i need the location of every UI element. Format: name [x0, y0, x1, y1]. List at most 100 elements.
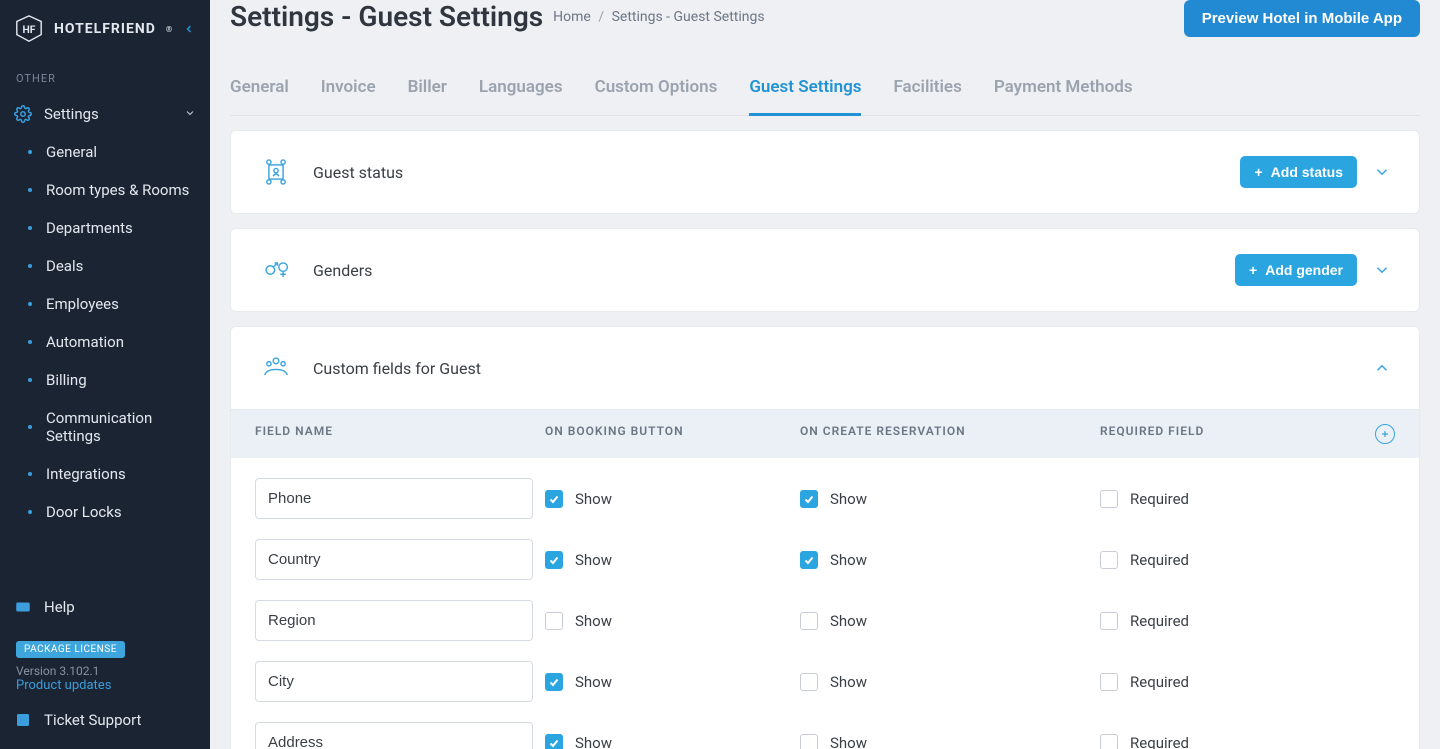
genders-icon: [259, 253, 293, 287]
checkbox-label: Required: [1130, 673, 1189, 691]
checkbox[interactable]: [1100, 490, 1118, 508]
checkbox[interactable]: [545, 734, 563, 749]
checkbox-label: Required: [1130, 734, 1189, 749]
sidebar-header: HF HOTELFRIEND®: [0, 0, 210, 58]
checkbox[interactable]: [1100, 673, 1118, 691]
card-custom-fields: Custom fields for Guest FIELD NAME ON BO…: [230, 326, 1420, 749]
bullet-icon: [28, 378, 32, 382]
sidebar: HF HOTELFRIEND® OTHER Settings General Ro…: [0, 0, 210, 749]
field-name-input[interactable]: [255, 600, 533, 641]
page-title: Settings - Guest Settings: [230, 0, 543, 33]
col-field-name: FIELD NAME: [255, 424, 545, 444]
sidebar-item[interactable]: Billing: [0, 361, 210, 399]
add-status-label: Add status: [1271, 164, 1343, 180]
version-block: PACKAGE LICENSE Version 3.102.1 Product …: [0, 626, 210, 701]
license-badge: PACKAGE LICENSE: [16, 641, 125, 658]
checkbox[interactable]: [800, 612, 818, 630]
main: Settings - Guest Settings Home / Setting…: [210, 0, 1440, 749]
add-gender-label: Add gender: [1265, 262, 1343, 278]
logo-icon: HF: [14, 14, 44, 44]
checkbox-label: Show: [830, 673, 867, 691]
card-title: Genders: [313, 261, 372, 280]
checkbox[interactable]: [1100, 612, 1118, 630]
checkbox-label: Show: [830, 612, 867, 630]
tabs: General Invoice Biller Languages Custom Opti…: [230, 63, 1420, 116]
tab[interactable]: Payment Methods: [994, 63, 1133, 115]
guest-status-icon: [259, 155, 293, 189]
chevron-down-icon[interactable]: [1373, 163, 1391, 181]
version-text: Version 3.102.1: [16, 664, 194, 678]
sidebar-parent-settings[interactable]: Settings: [0, 95, 210, 133]
checkbox[interactable]: [800, 734, 818, 749]
field-name-input[interactable]: [255, 722, 533, 749]
tab[interactable]: Invoice: [321, 63, 376, 115]
checkbox[interactable]: [1100, 551, 1118, 569]
chevron-down-icon[interactable]: [1373, 261, 1391, 279]
checkbox[interactable]: [545, 551, 563, 569]
tab[interactable]: Custom Options: [595, 63, 718, 115]
field-name-input[interactable]: [255, 539, 533, 580]
breadcrumb: Home / Settings - Guest Settings: [553, 9, 764, 25]
checkbox[interactable]: [545, 673, 563, 691]
table-row: Show Show Required: [255, 651, 1395, 712]
sidebar-item[interactable]: Communication Settings: [0, 399, 210, 455]
logo-text: HOTELFRIEND: [54, 21, 156, 37]
sidebar-item[interactable]: Room types & Rooms: [0, 171, 210, 209]
field-name-input[interactable]: [255, 478, 533, 519]
checkbox[interactable]: [545, 612, 563, 630]
bullet-icon: [28, 510, 32, 514]
sidebar-item[interactable]: Door Locks: [0, 493, 210, 531]
tab[interactable]: Languages: [479, 63, 563, 115]
checkbox[interactable]: [1100, 734, 1118, 749]
sidebar-item[interactable]: Departments: [0, 209, 210, 247]
ticket-icon: [14, 711, 32, 729]
checkbox[interactable]: [800, 551, 818, 569]
sidebar-item[interactable]: General: [0, 133, 210, 171]
sidebar-ticket-support[interactable]: Ticket Support: [0, 701, 210, 739]
plus-icon: +: [1254, 164, 1262, 180]
checkbox-label: Show: [575, 673, 612, 691]
tab[interactable]: Guest Settings: [749, 63, 861, 116]
sidebar-item-label: Integrations: [46, 465, 126, 483]
sidebar-item-label: General: [46, 143, 97, 161]
sidebar-item[interactable]: Integrations: [0, 455, 210, 493]
add-field-button[interactable]: [1375, 424, 1395, 444]
sidebar-help[interactable]: Help: [0, 588, 210, 626]
sidebar-item[interactable]: Automation: [0, 323, 210, 361]
col-booking: ON BOOKING BUTTON: [545, 424, 800, 444]
tab[interactable]: Biller: [408, 63, 447, 115]
checkbox-label: Required: [1130, 551, 1189, 569]
field-name-input[interactable]: [255, 661, 533, 702]
checkbox[interactable]: [545, 490, 563, 508]
help-icon: [14, 598, 32, 616]
add-gender-button[interactable]: + Add gender: [1235, 254, 1357, 286]
product-updates-link[interactable]: Product updates: [16, 678, 194, 693]
checkbox-label: Show: [830, 551, 867, 569]
sidebar-item[interactable]: Employees: [0, 285, 210, 323]
checkbox-label: Show: [575, 551, 612, 569]
tab[interactable]: Facilities: [893, 63, 961, 115]
sidebar-item-label: Departments: [46, 219, 133, 237]
table-header: FIELD NAME ON BOOKING BUTTON ON CREATE R…: [231, 409, 1419, 458]
breadcrumb-home[interactable]: Home: [553, 9, 591, 25]
sidebar-item[interactable]: Deals: [0, 247, 210, 285]
bullet-icon: [28, 425, 32, 429]
bullet-icon: [28, 264, 32, 268]
checkbox-label: Show: [575, 734, 612, 749]
add-status-button[interactable]: + Add status: [1240, 156, 1357, 188]
checkbox[interactable]: [800, 490, 818, 508]
sidebar-section-label: OTHER: [0, 62, 210, 95]
card-guest-status: Guest status + Add status: [230, 130, 1420, 214]
chevron-up-icon[interactable]: [1373, 359, 1391, 377]
collapse-sidebar-icon[interactable]: [182, 17, 196, 41]
sidebar-item-label: Deals: [46, 257, 83, 275]
checkbox-label: Show: [575, 612, 612, 630]
checkbox[interactable]: [800, 673, 818, 691]
tab[interactable]: General: [230, 63, 289, 115]
table-row: Show Show Required: [255, 468, 1395, 529]
card-title: Custom fields for Guest: [313, 359, 481, 378]
plus-icon: +: [1249, 262, 1257, 278]
checkbox-label: Required: [1130, 612, 1189, 630]
plus-icon: [1380, 429, 1390, 439]
preview-mobile-button[interactable]: Preview Hotel in Mobile App: [1184, 0, 1420, 37]
